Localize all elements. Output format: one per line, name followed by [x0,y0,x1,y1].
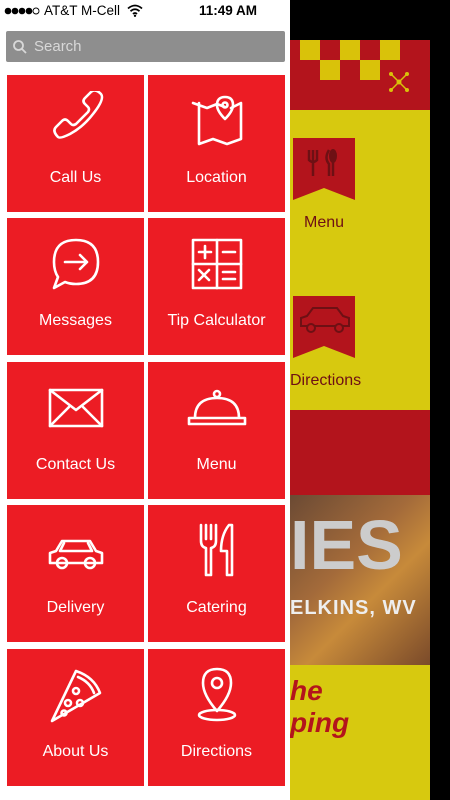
wifi-icon [127,4,143,17]
tile-about-us[interactable]: About Us [7,649,144,786]
tile-messages[interactable]: Messages [7,218,144,355]
cloche-icon [187,389,246,426]
fork-knife-icon [307,149,337,176]
share-icon[interactable] [387,70,411,94]
city-text: ELKINS, WV [290,597,417,619]
signal-strength-icon [4,7,40,15]
tile-call-us[interactable]: Call Us [7,75,144,212]
tile-delivery[interactable]: Delivery [7,505,144,642]
search-bar[interactable] [6,31,285,62]
search-input[interactable] [34,31,274,62]
tile-label: About Us [42,743,109,760]
search-icon [13,40,27,54]
tile-contact-us[interactable]: Contact Us [7,362,144,499]
clock: 11:49 AM [199,3,258,18]
tile-label: Catering [186,599,247,616]
background-app-content: Menu Directions IES ELKINS, WV he ping [290,0,450,800]
tile-label: Location [186,169,247,186]
tile-location[interactable]: Location [148,75,285,212]
tile-tip-calculator[interactable]: Tip Calculator [148,218,285,355]
side-drawer: AT&T M-Cell 11:49 AM Call Us Location Me… [0,0,290,800]
tile-label: Menu [196,456,237,473]
red-band [290,410,430,495]
directions-label[interactable]: Directions [290,372,361,390]
tile-label: Contact Us [35,456,116,473]
location-pin-icon [197,667,236,722]
tile-directions[interactable]: Directions [148,649,285,786]
tile-label: Messages [39,312,112,329]
envelope-icon [48,388,103,428]
message-icon [52,238,99,290]
tile-label: Tip Calculator [167,312,266,329]
menu-label[interactable]: Menu [304,214,344,232]
calculator-icon [191,238,242,290]
tile-label: Call Us [49,169,102,186]
banner-text: IES [290,506,403,584]
tagline-line1: he [290,675,323,706]
directions-tag[interactable] [293,296,355,358]
header-banner [290,40,430,110]
fork-knife-icon [199,523,233,577]
pizza-photo: IES ELKINS, WV [290,495,430,665]
phone-icon [52,89,103,139]
home-buttons-area: Menu Directions [290,110,430,410]
tile-label: Directions [180,743,253,760]
status-bar: AT&T M-Cell 11:49 AM [0,0,290,22]
tile-catering[interactable]: Catering [148,505,285,642]
tile-label: Delivery [46,599,105,616]
car-icon [300,307,350,333]
carrier-name: AT&T M-Cell [44,3,121,18]
pizza-slice-icon [50,669,101,723]
car-icon [48,539,103,570]
tagline-line2: ping [290,707,350,738]
menu-tag[interactable] [293,138,355,200]
map-icon [191,95,242,146]
tile-menu[interactable]: Menu [148,362,285,499]
tagline-area: he ping [290,665,430,800]
